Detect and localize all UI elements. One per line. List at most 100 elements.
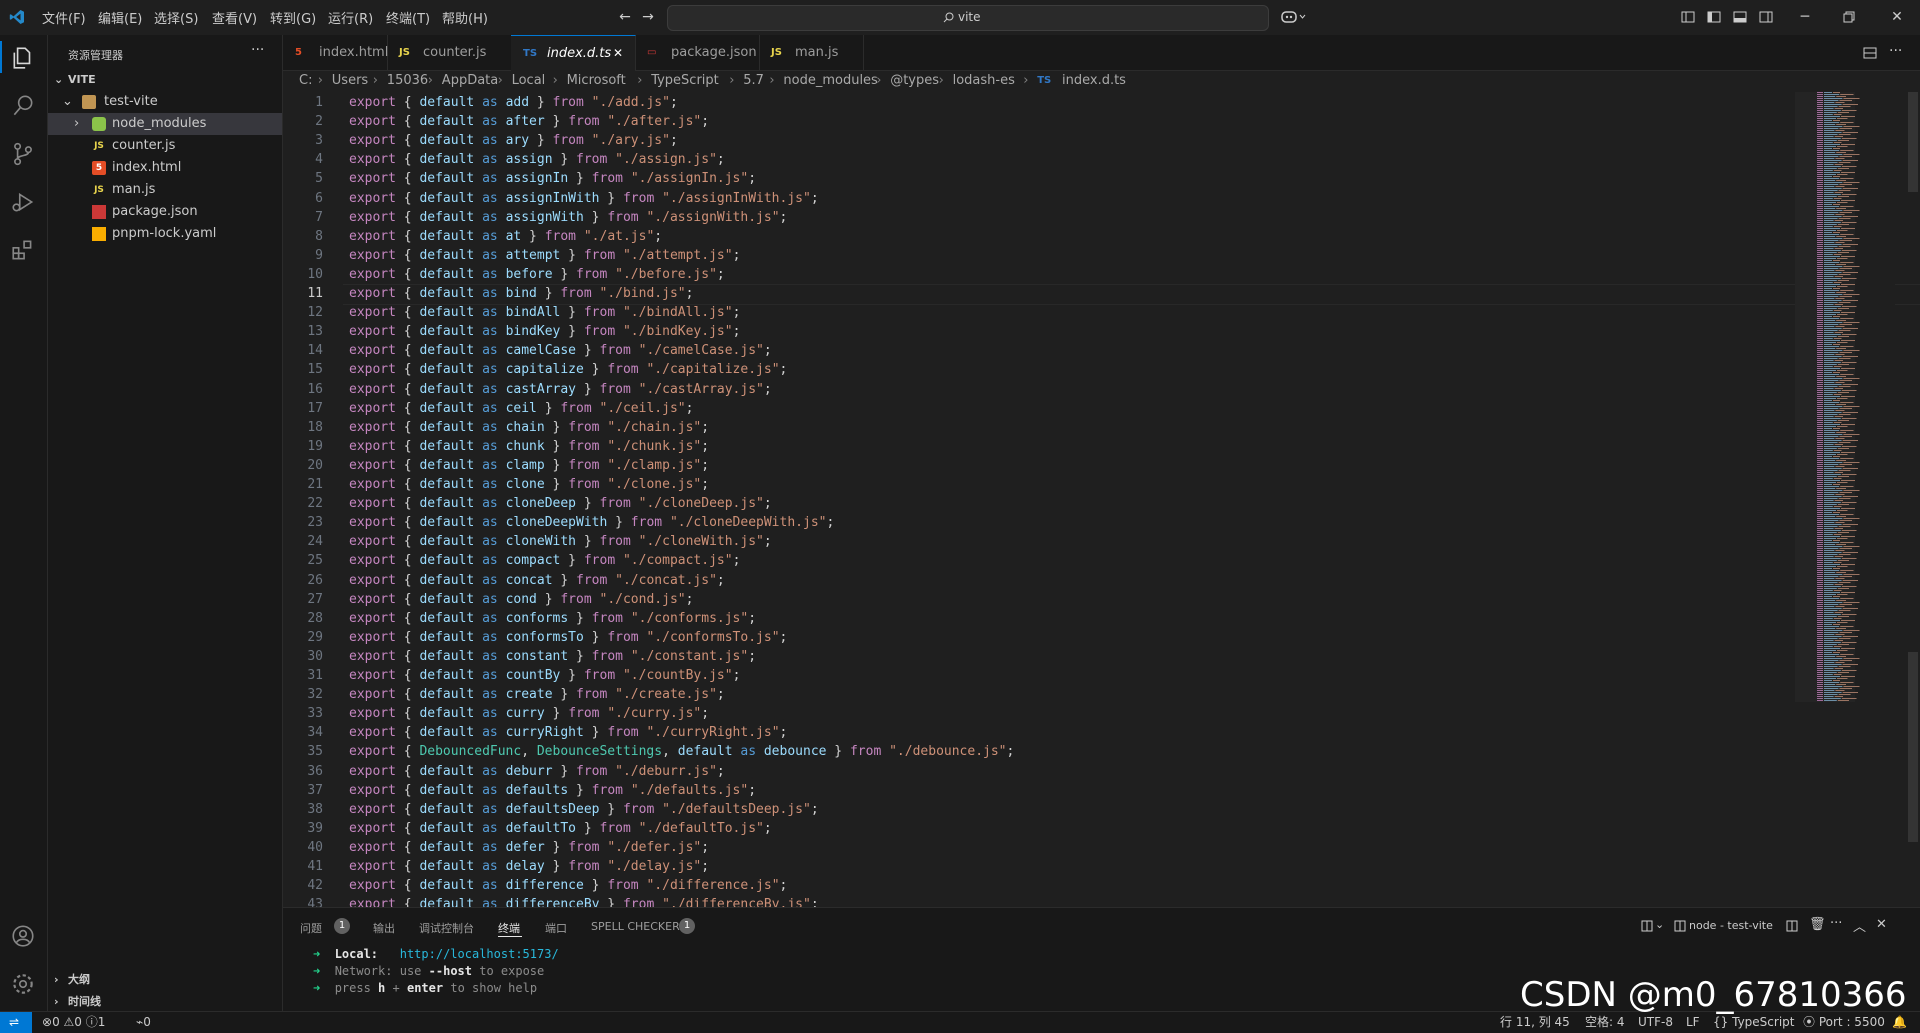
menu-item[interactable]: 选择(S) <box>154 8 198 27</box>
folder-open-icon <box>82 95 96 109</box>
maximize-panel-icon[interactable]: ︿ <box>1853 916 1866 935</box>
menu-item[interactable]: 运行(R) <box>328 8 373 27</box>
html-icon: 5 <box>295 47 302 58</box>
menu-item[interactable]: 编辑(E) <box>98 8 142 27</box>
toggle-secondary-sidebar-icon[interactable] <box>1759 10 1773 24</box>
local-url-link[interactable]: http://localhost:5173/ <box>400 947 559 961</box>
remote-indicator[interactable]: ⇌ <box>0 1012 32 1033</box>
breadcrumb-item[interactable]: lodash-es <box>953 70 1015 92</box>
menu-item[interactable]: 转到(G) <box>270 8 316 27</box>
tree-item[interactable]: JS counter.js <box>48 135 282 157</box>
menu-item[interactable]: 查看(V) <box>212 8 257 27</box>
layout-icon[interactable] <box>1641 920 1653 932</box>
panel-tab[interactable]: 调试控制台 <box>419 920 474 936</box>
split-terminal-icon[interactable] <box>1786 920 1798 932</box>
settings-gear-icon[interactable] <box>10 971 36 997</box>
trash-icon[interactable]: 🗑 <box>1809 917 1826 932</box>
timeline-section[interactable]: › 时间线 <box>48 991 282 1013</box>
code-text: export { default as defaults } from "./d… <box>349 782 757 798</box>
customize-layout-icon[interactable] <box>1681 10 1695 24</box>
chevron-down-icon[interactable]: ⌄ <box>1655 918 1664 931</box>
terminal-name[interactable]: node - test-vite <box>1689 919 1773 932</box>
code-line: 42 export { default as difference } from … <box>283 876 1783 895</box>
breadcrumb-item[interactable]: AppData <box>442 70 498 92</box>
panel-tab[interactable]: SPELL CHECKER <box>591 920 680 933</box>
account-icon[interactable] <box>10 923 36 949</box>
ts-icon: TS <box>1037 75 1052 86</box>
breadcrumb-item[interactable]: Local <box>512 70 546 92</box>
toggle-sidebar-icon[interactable] <box>1707 10 1721 24</box>
encoding[interactable]: UTF-8 <box>1638 1012 1673 1032</box>
breadcrumb-item[interactable]: index.d.ts <box>1062 70 1126 92</box>
panel-tab[interactable]: 问题 <box>300 920 322 936</box>
tab-index-html[interactable]: 5 index.html <box>283 35 388 70</box>
more-actions-icon[interactable]: ··· <box>251 42 264 58</box>
tree-item[interactable]: JS man.js <box>48 179 282 201</box>
tab-package-json[interactable]: ▭ package.json <box>635 35 760 70</box>
command-center-search[interactable]: vite <box>667 5 1269 31</box>
back-arrow-icon[interactable]: ← <box>617 9 633 25</box>
folder-test-vite[interactable]: ⌄ test-vite <box>48 91 282 113</box>
vscode-logo-icon[interactable] <box>9 9 25 25</box>
breadcrumb-item[interactable]: 15036 <box>387 70 428 92</box>
code-line: 23 export { default as cloneDeepWith } fr… <box>283 513 1783 532</box>
language-mode[interactable]: {} TypeScript <box>1713 1012 1794 1032</box>
copilot-icon[interactable] <box>1281 9 1307 25</box>
split-editor-icon[interactable] <box>1863 46 1877 60</box>
source-control-icon[interactable] <box>10 141 36 167</box>
restore-icon[interactable] <box>1843 11 1855 23</box>
breadcrumb-item[interactable]: Microsoft <box>567 70 626 92</box>
notifications-bell-icon[interactable]: 🔔 <box>1892 1012 1907 1032</box>
problems-status[interactable]: ⊗0 ⚠0 ⓘ1 <box>42 1012 105 1032</box>
menu-item[interactable]: 帮助(H) <box>442 8 488 27</box>
tree-item[interactable]: pnpm-lock.yaml <box>48 223 282 245</box>
tab-index-d-ts[interactable]: TS index.d.ts ✕ <box>511 35 636 71</box>
menu-item[interactable]: 文件(F) <box>42 8 86 27</box>
line-number: 18 <box>307 419 323 435</box>
minimize-icon[interactable]: ─ <box>1797 9 1813 25</box>
indentation[interactable]: 空格: 4 <box>1585 1012 1625 1032</box>
code-editor[interactable]: 1 export { default as add } from "./add.j… <box>283 92 1920 907</box>
code-line: 43 export { default as differenceBy } fro… <box>283 895 1783 907</box>
end-of-line[interactable]: LF <box>1686 1012 1700 1032</box>
chevron-right-icon: › <box>729 73 735 88</box>
breadcrumb-item[interactable]: Users <box>332 70 368 92</box>
run-debug-icon[interactable] <box>10 189 36 215</box>
breadcrumb-item[interactable]: 5.7 <box>743 70 764 92</box>
minimap[interactable] <box>1795 92 1895 702</box>
more-actions-icon[interactable]: ··· <box>1830 916 1842 931</box>
chevron-right-icon: › <box>317 73 323 88</box>
explorer-icon[interactable] <box>10 45 36 71</box>
live-server-port[interactable]: ⦿ Port : 5500 <box>1803 1012 1885 1032</box>
close-window-icon[interactable]: ✕ <box>1889 9 1905 25</box>
editor-scrollbar[interactable] <box>1906 92 1920 907</box>
workspace-root[interactable]: ⌄ VITE <box>48 69 282 91</box>
menu-item[interactable]: 终端(T) <box>386 8 430 27</box>
extensions-icon[interactable] <box>10 237 36 263</box>
breadcrumb-item[interactable]: TypeScript <box>651 70 719 92</box>
breadcrumb-item[interactable]: @types <box>890 70 939 92</box>
code-text: export { default as cloneDeepWith } from… <box>349 515 835 531</box>
tab-counter-js[interactable]: JS counter.js <box>387 35 512 70</box>
more-actions-icon[interactable]: ··· <box>1889 43 1902 59</box>
close-panel-icon[interactable]: ✕ <box>1876 917 1887 932</box>
forward-arrow-icon[interactable]: → <box>640 9 656 25</box>
npm-icon: ▭ <box>647 47 657 58</box>
breadcrumb-item[interactable]: C: <box>299 70 312 92</box>
code-text: export { default as conformsTo } from ".… <box>349 629 788 645</box>
outline-section[interactable]: › 大纲 <box>48 969 282 991</box>
ports-status[interactable]: ⌁0 <box>136 1012 151 1032</box>
tree-item[interactable]: 5 index.html <box>48 157 282 179</box>
tree-item[interactable]: › node_modules <box>48 113 282 135</box>
panel-tab[interactable]: 输出 <box>373 920 395 936</box>
search-icon[interactable] <box>10 93 36 119</box>
panel-tab[interactable]: 端口 <box>545 920 567 936</box>
toggle-panel-icon[interactable] <box>1733 10 1747 24</box>
breadcrumb-item[interactable]: node_modules <box>783 70 877 92</box>
tree-item[interactable]: package.json <box>48 201 282 223</box>
panel-tab[interactable]: 终端 <box>498 920 520 936</box>
tab-man-js[interactable]: JS man.js <box>759 35 864 70</box>
cursor-position[interactable]: 行 11, 列 45 <box>1500 1012 1570 1032</box>
tree-item-label: pnpm-lock.yaml <box>112 226 217 241</box>
close-tab-icon[interactable]: ✕ <box>613 36 623 71</box>
